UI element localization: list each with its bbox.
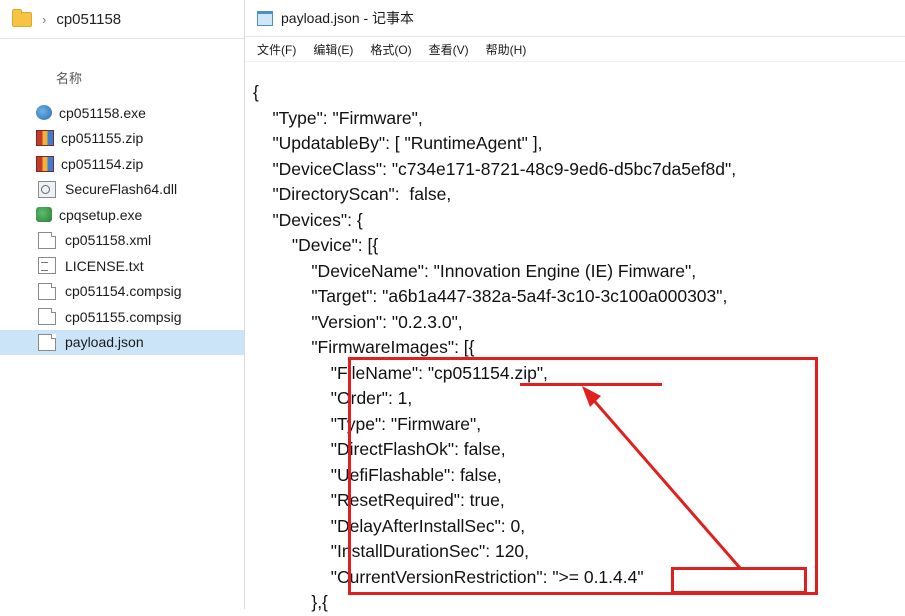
zip-icon (36, 130, 54, 147)
document-icon (38, 231, 56, 249)
file-name: LICENSE.txt (65, 257, 144, 274)
file-item[interactable]: LICENSE.txt (0, 253, 244, 279)
menu-file[interactable]: 文件(F) (257, 41, 296, 58)
file-item[interactable]: cp051155.compsig (0, 304, 244, 330)
text-line: "DelayAfterInstallSec": 0, (253, 515, 526, 536)
setup-icon (36, 207, 52, 223)
menu-view[interactable]: 查看(V) (429, 41, 469, 58)
zip-icon (36, 155, 54, 172)
file-explorer-pane: › cp051158 名称 cp051158.exe cp051155.zip cp… (0, 0, 245, 609)
file-item[interactable]: cp051154.compsig (0, 279, 244, 305)
text-line: "Target": "a6b1a447-382a-5a4f-3c10-3c100… (253, 286, 728, 306)
text-editor-content[interactable]: { "Type": "Firmware", "UpdatableBy": [ "… (253, 80, 736, 616)
menu-edit[interactable]: 编辑(E) (313, 41, 353, 58)
file-name: cp051155.zip (61, 130, 144, 147)
breadcrumb[interactable]: › cp051158 (0, 0, 244, 39)
file-item[interactable]: SecureFlash64.dll (0, 177, 244, 203)
file-name: cp051154.compsig (65, 283, 182, 300)
text-line: },{ (253, 592, 328, 612)
text-line: "Type": "Firmware", (253, 413, 482, 434)
menu-format[interactable]: 格式(O) (370, 41, 411, 58)
file-name: cp051154.zip (61, 155, 144, 172)
chevron-right-icon[interactable]: › (42, 12, 46, 27)
text-line: "UpdatableBy": [ "RuntimeAgent" ], (253, 133, 543, 153)
window-title: payload.json - 记事本 (281, 10, 415, 26)
file-item[interactable]: cp051158.exe (0, 100, 244, 126)
text-line: "DeviceName": "Innovation Engine (IE) Fi… (253, 260, 697, 281)
file-name: cpqsetup.exe (59, 206, 143, 223)
file-item[interactable]: cp051158.xml (0, 228, 244, 254)
file-item[interactable]: payload.json (0, 329, 244, 355)
document-icon (38, 333, 56, 351)
text-line: "InstallDurationSec": 120, (253, 541, 530, 561)
dll-icon (38, 180, 56, 198)
text-line: "CurrentVersionRestriction": ">= 0.1.4.4… (253, 566, 644, 587)
text-line: "ResetRequired": true, (253, 490, 505, 510)
document-icon (38, 282, 56, 300)
window-title-bar[interactable]: payload.json - 记事本 (245, 0, 905, 37)
text-line: "FileName": "cp051154.zip", (253, 362, 548, 383)
text-line: "Order": 1, (253, 388, 413, 408)
menu-bar: 文件(F) 编辑(E) 格式(O) 查看(V) 帮助(H) (245, 37, 905, 62)
text-line: "Version": "0.2.3.0", (253, 311, 463, 332)
file-name: cp051158.exe (59, 104, 146, 121)
file-name: payload.json (65, 334, 144, 351)
file-item[interactable]: cp051155.zip (0, 126, 244, 152)
text-line: "Type": "Firmware", (253, 107, 423, 128)
notepad-app-icon (257, 10, 273, 26)
file-name: SecureFlash64.dll (65, 181, 178, 198)
text-line: { (253, 82, 259, 102)
file-item[interactable]: cpqsetup.exe (0, 202, 244, 228)
text-file-icon (38, 257, 56, 275)
text-line: "FirmwareImages": [{ (253, 337, 475, 357)
file-name: cp051155.compsig (65, 308, 182, 325)
document-icon (38, 308, 56, 326)
notepad-window: payload.json - 记事本 文件(F) 编辑(E) 格式(O) 查看(… (245, 0, 905, 612)
file-item[interactable]: cp051154.zip (0, 151, 244, 177)
filename-underline (520, 383, 662, 386)
text-line: "Device": [{ (253, 235, 379, 255)
text-line: "UefiFlashable": false, (253, 464, 502, 485)
file-list: cp051158.exe cp051155.zip cp051154.zip Secu… (0, 100, 244, 355)
text-line: "Devices": { (253, 209, 363, 230)
text-line: "DeviceClass": "c734e171-8721-48c9-9ed6-… (253, 158, 737, 179)
menu-help[interactable]: 帮助(H) (486, 41, 527, 58)
column-header-name[interactable]: 名称 (56, 68, 82, 87)
exe-icon (36, 105, 52, 121)
folder-icon (12, 8, 32, 27)
breadcrumb-current-folder[interactable]: cp051158 (56, 11, 121, 28)
text-line: "DirectFlashOk": false, (253, 439, 506, 459)
text-line: "DirectoryScan": false, (253, 184, 452, 204)
file-name: cp051158.xml (65, 232, 152, 249)
